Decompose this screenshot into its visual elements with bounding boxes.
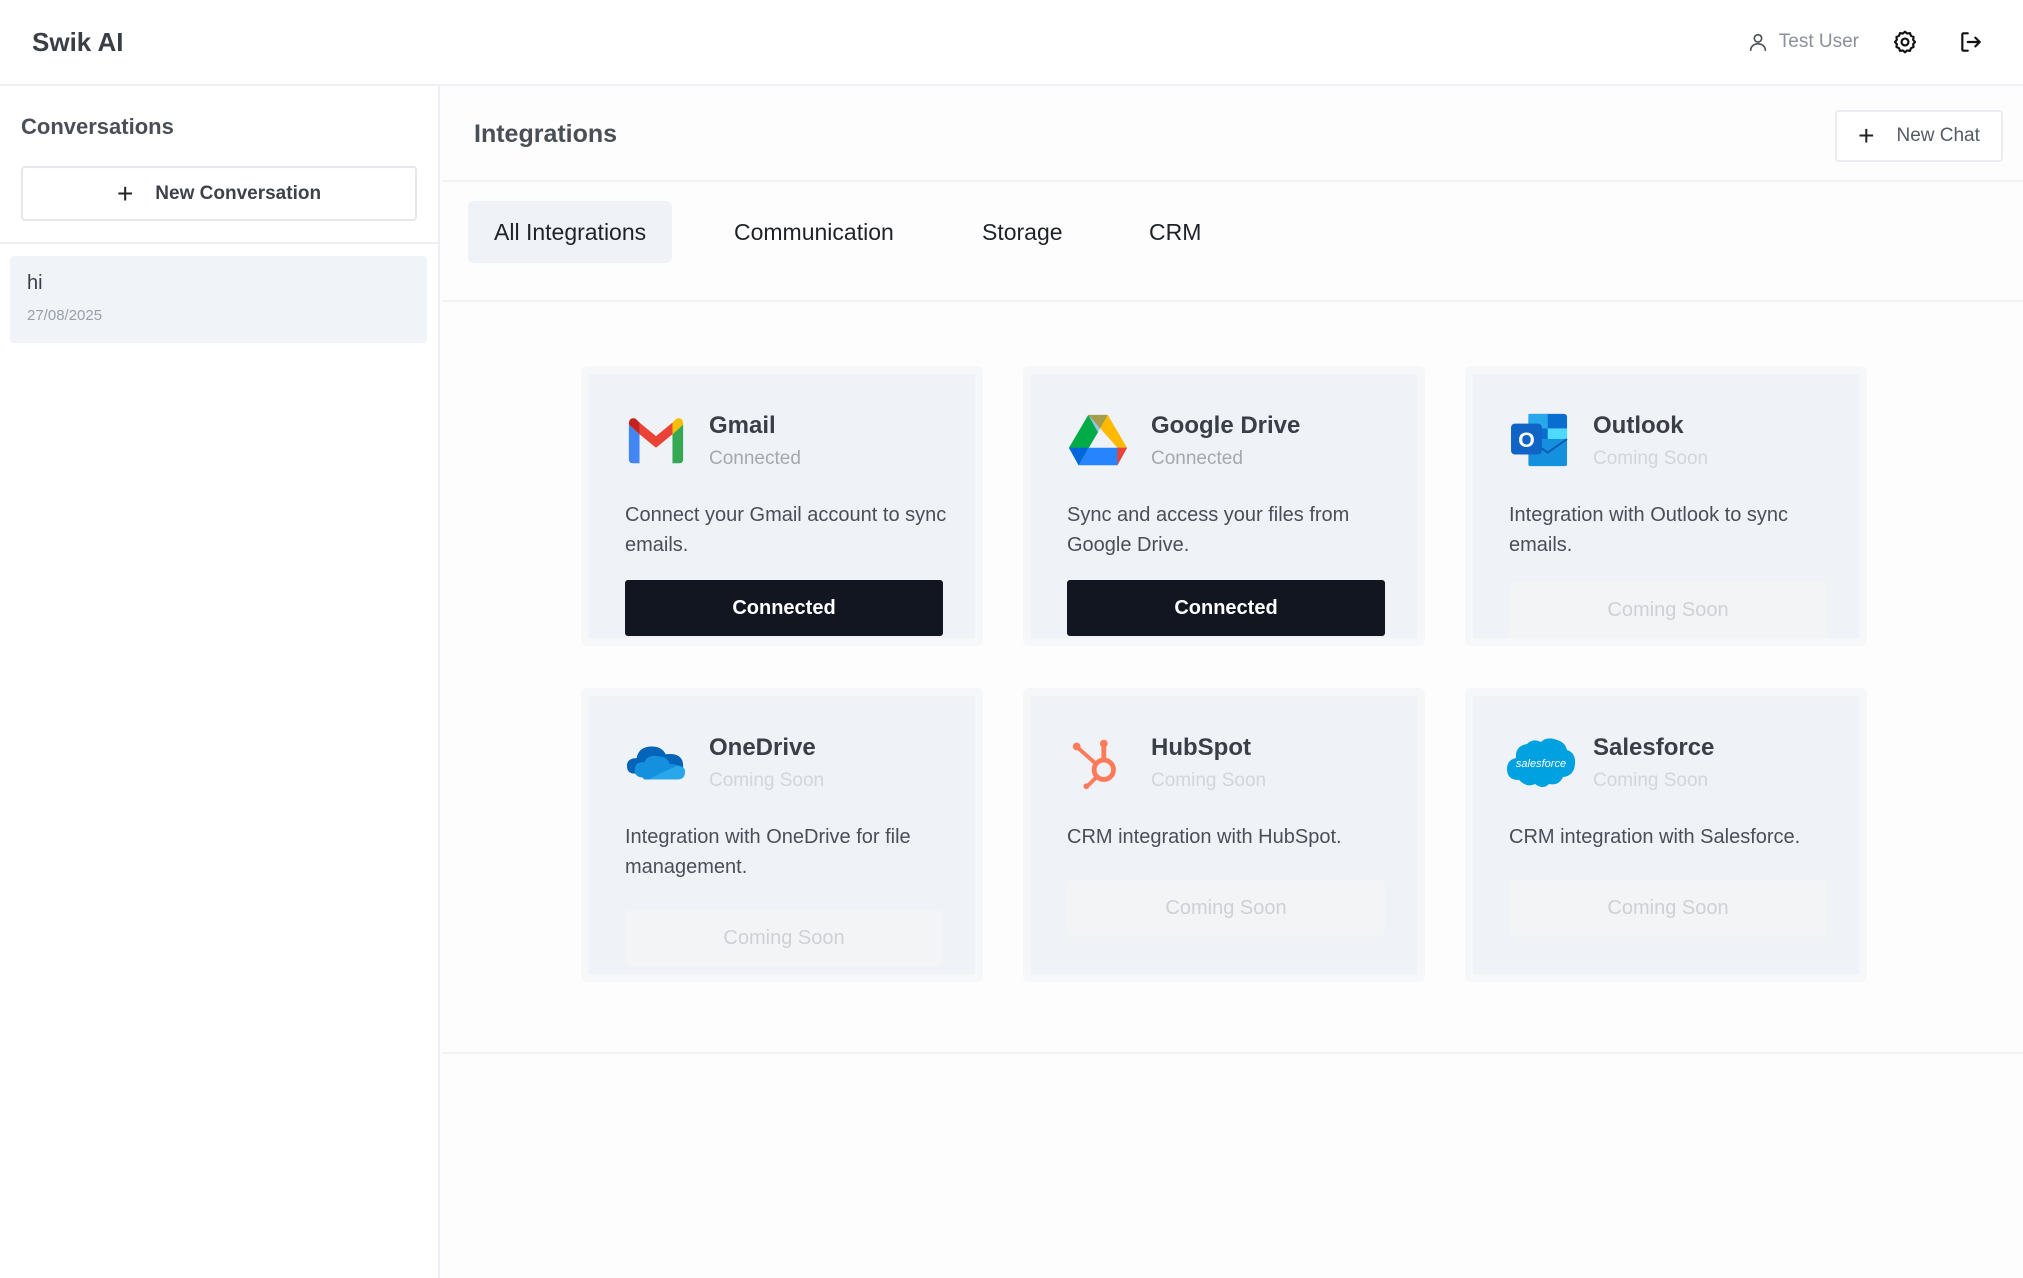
tab-communication[interactable]: Communication — [708, 201, 920, 263]
integration-status: Coming Soon — [709, 770, 825, 791]
google-drive-icon — [1068, 414, 1128, 466]
settings-button[interactable] — [1885, 22, 1925, 62]
plus-icon: + — [1858, 120, 1875, 151]
gmail-icon — [628, 418, 684, 464]
user-menu[interactable]: Test User — [1747, 31, 1859, 53]
integration-card-onedrive: OneDrive Coming Soon Integration with On… — [581, 688, 983, 982]
content-divider — [442, 1052, 2023, 1054]
plus-icon: + — [116, 177, 134, 209]
new-conversation-button[interactable]: + New Conversation — [21, 166, 417, 221]
integration-status: Connected — [709, 448, 801, 469]
integration-card-outlook: O Outlook Coming Soon Integration with O… — [1465, 366, 1867, 646]
new-conversation-label: New Conversation — [155, 182, 322, 204]
integration-description: Integration with Outlook to sync emails. — [1509, 504, 1789, 556]
integration-status: Coming Soon — [1151, 770, 1267, 791]
page-title: Integrations — [474, 120, 618, 148]
integration-name: Salesforce — [1593, 734, 1715, 761]
salesforce-logo-text: salesforce — [1516, 758, 1566, 770]
main-header: Integrations + New Chat — [442, 86, 2023, 182]
logout-icon — [1961, 32, 1981, 52]
integration-description: CRM integration with Salesforce. — [1509, 826, 1801, 848]
integration-card-hubspot: HubSpot Coming Soon CRM integration with… — [1023, 688, 1425, 982]
sidebar-title: Conversations — [21, 114, 174, 139]
sidebar: Conversations + New Conversation hi 27/0… — [0, 86, 440, 1278]
integration-description: CRM integration with HubSpot. — [1067, 826, 1342, 848]
integration-status: Coming Soon — [1593, 770, 1709, 791]
integration-name: Outlook — [1593, 412, 1684, 439]
conversation-title: hi — [27, 272, 43, 294]
hubspot-icon — [1072, 739, 1116, 790]
conversation-date: 27/08/2025 — [27, 307, 103, 324]
hubspot-coming-soon-button: Coming Soon — [1067, 880, 1385, 936]
integration-name: Gmail — [709, 412, 776, 439]
gmail-connected-button[interactable]: Connected — [625, 580, 943, 636]
user-icon — [1749, 33, 1766, 52]
tabs-bar — [442, 184, 2023, 302]
logout-button[interactable] — [1951, 22, 1991, 62]
integration-description: Connect your Gmail account to sync email… — [625, 504, 947, 556]
gear-icon — [1893, 30, 1917, 54]
top-bar: Swik AI Test User — [0, 0, 2023, 86]
new-chat-label: New Chat — [1896, 125, 1980, 146]
integration-name: OneDrive — [709, 734, 816, 761]
tab-storage[interactable]: Storage — [956, 201, 1089, 263]
tab-all-integrations[interactable]: All Integrations — [468, 201, 673, 263]
outlook-icon: O — [1511, 413, 1568, 467]
integration-name: Google Drive — [1151, 412, 1301, 439]
outlook-coming-soon-button: Coming Soon — [1509, 582, 1827, 638]
conversation-item[interactable]: hi 27/08/2025 — [10, 256, 427, 343]
sidebar-divider — [0, 242, 438, 244]
app-window: Swik AI Test User Conversations + New Co… — [0, 0, 2023, 1278]
user-name: Test User — [1778, 31, 1859, 52]
new-chat-button[interactable]: + New Chat — [1835, 110, 2003, 162]
google-drive-connected-button[interactable]: Connected — [1067, 580, 1385, 636]
integration-status: Coming Soon — [1593, 448, 1709, 469]
main-content: Integrations + New Chat All Integrations… — [442, 86, 2023, 1278]
integration-status: Connected — [1151, 448, 1243, 469]
integration-description: Sync and access your files from Google D… — [1067, 504, 1350, 556]
salesforce-icon: salesforce — [1507, 738, 1576, 787]
onedrive-icon — [626, 746, 686, 780]
top-bar-actions: Test User — [1747, 22, 1991, 62]
integration-card-gmail: Gmail Connected Connect your Gmail accou… — [581, 366, 983, 646]
brand-logo: Swik AI — [32, 26, 124, 57]
salesforce-coming-soon-button: Coming Soon — [1509, 880, 1827, 936]
tab-crm[interactable]: CRM — [1123, 201, 1227, 263]
integration-card-google-drive: Google Drive Connected Sync and access y… — [1023, 366, 1425, 646]
svg-text:O: O — [1518, 428, 1535, 452]
onedrive-coming-soon-button: Coming Soon — [625, 910, 943, 966]
integration-card-salesforce: salesforce Salesforce Coming Soon CRM in… — [1465, 688, 1867, 982]
integration-description: Integration with OneDrive for file manag… — [625, 826, 911, 878]
integration-name: HubSpot — [1151, 734, 1251, 761]
